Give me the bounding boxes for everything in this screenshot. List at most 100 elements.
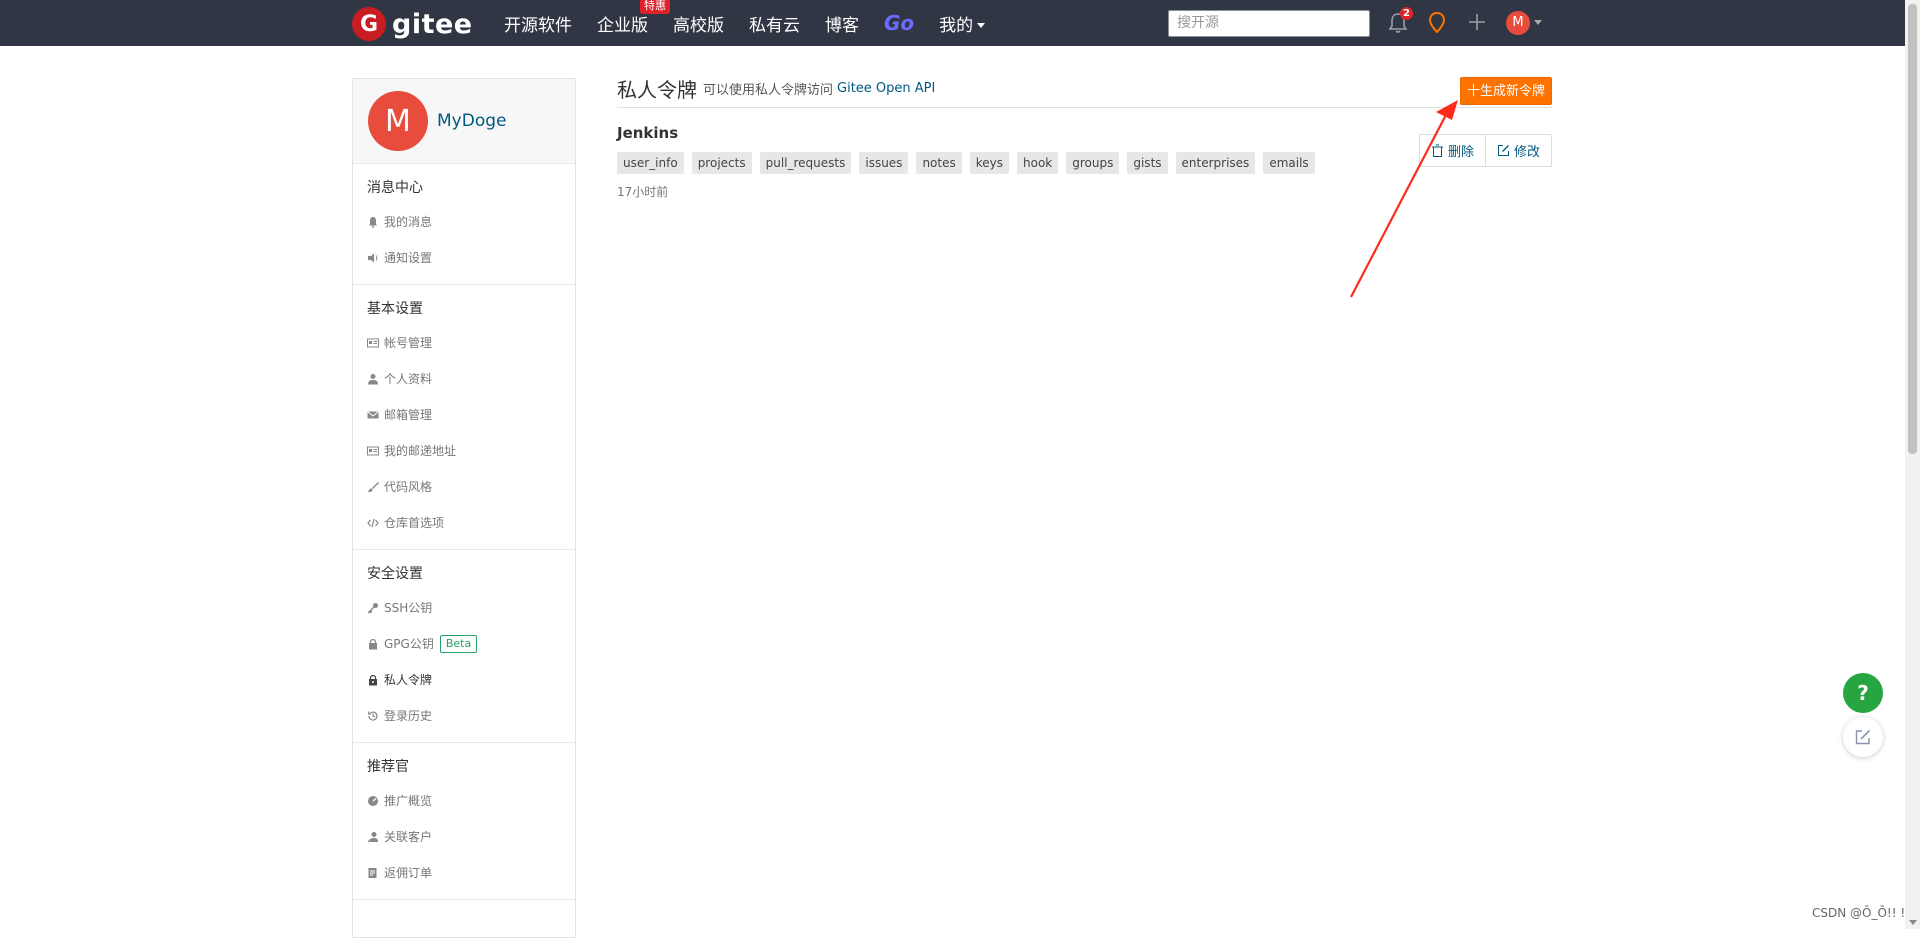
- section-title: 推荐官: [367, 759, 409, 775]
- scrollbar-thumb[interactable]: [1908, 4, 1917, 454]
- trash-icon: [1431, 144, 1443, 157]
- nav-label: Go: [884, 11, 915, 35]
- nav-label: 高校版: [673, 15, 724, 36]
- open-api-link[interactable]: Gitee Open API: [837, 81, 935, 96]
- sidebar-item-gpg-keys[interactable]: GPG公钥 Beta: [353, 626, 575, 662]
- location-pin-icon[interactable]: [1428, 11, 1446, 35]
- nav-label: 开源软件: [504, 15, 572, 36]
- sidebar-item-label: 私人令牌: [384, 673, 433, 687]
- sidebar-item-private-tokens[interactable]: 私人令牌: [353, 662, 575, 698]
- sidebar-item-login-history[interactable]: 登录历史: [353, 698, 575, 734]
- sidebar-item-label: 仓库首选项: [384, 516, 445, 530]
- sidebar-item-label: 通知设置: [384, 251, 433, 265]
- sidebar-item-label: GPG公钥: [384, 637, 434, 651]
- edit-token-button[interactable]: 修改: [1484, 135, 1551, 166]
- sidebar-item-label: 登录历史: [384, 709, 433, 723]
- sidebar-item-ssh-keys[interactable]: SSH公钥: [353, 590, 575, 626]
- search-input[interactable]: 搜开源: [1168, 10, 1370, 37]
- section-title: 消息中心: [367, 180, 423, 196]
- section-security-settings: 安全设置 SSH公钥 GPG公钥 Beta 私人令牌 登录历史: [353, 550, 575, 743]
- scope-tag: issues: [859, 152, 909, 174]
- feedback-button[interactable]: [1843, 717, 1883, 757]
- logo-text: gitee: [392, 8, 473, 40]
- delete-token-button[interactable]: 删除: [1420, 135, 1485, 166]
- sidebar-item-label: 邮箱管理: [384, 408, 433, 422]
- token-name: Jenkins: [617, 124, 679, 142]
- help-button[interactable]: ?: [1843, 673, 1883, 713]
- scroll-down-arrow-icon[interactable]: [1909, 920, 1917, 925]
- nav-item-open-source[interactable]: 开源软件: [504, 11, 572, 36]
- token-created-time: 17小时前: [617, 185, 669, 199]
- address-card-icon: [367, 446, 379, 456]
- watermark: CSDN @Ō_Ō!! !: [1812, 906, 1906, 920]
- main-nav: 开源软件 企业版 特惠 高校版 私有云 博客 Go 我的: [504, 0, 1010, 46]
- sidebar-item-profile[interactable]: 个人资料: [353, 361, 575, 397]
- sidebar-item-label: 帐号管理: [384, 336, 433, 350]
- bell-icon: [369, 217, 377, 228]
- feedback-edit-icon: [1855, 729, 1871, 745]
- section-message-center: 消息中心 我的消息 通知设置: [353, 164, 575, 285]
- nav-item-blog[interactable]: 博客: [825, 11, 859, 36]
- token-scopes: user_info projects pull_requests issues …: [617, 152, 1552, 174]
- page-header: 私人令牌 可以使用私人令牌访问 Gitee Open API 十生成新令牌: [617, 77, 1552, 108]
- scope-tag: emails: [1263, 152, 1315, 174]
- section-title: 基本设置: [367, 301, 423, 317]
- scope-tag: groups: [1066, 152, 1120, 174]
- delete-label: 删除: [1447, 145, 1474, 160]
- sidebar-item-label: 推广概览: [384, 794, 433, 808]
- sidebar-item-commission-orders[interactable]: 返佣订单: [353, 855, 575, 891]
- user-icon: [368, 374, 378, 385]
- sidebar-item-account[interactable]: 帐号管理: [353, 325, 575, 361]
- user-avatar[interactable]: M: [1506, 11, 1530, 35]
- sidebar-item-code-style[interactable]: 代码风格: [353, 469, 575, 505]
- sidebar-item-label: 我的消息: [384, 215, 433, 229]
- sidebar-item-label: 返佣订单: [384, 866, 433, 880]
- user-link-icon: [367, 832, 378, 843]
- sidebar-item-linked-customers[interactable]: 关联客户: [353, 819, 575, 855]
- scope-tag: notes: [916, 152, 962, 174]
- promo-badge: 特惠: [640, 0, 670, 14]
- sidebar-item-my-messages[interactable]: 我的消息: [353, 204, 575, 240]
- section-basic-settings: 基本设置 帐号管理 个人资料 邮箱管理 我的邮递地址 代码风格 仓库首选项: [353, 285, 575, 550]
- sidebar-item-repo-preferences[interactable]: 仓库首选项: [353, 505, 575, 541]
- scope-tag: keys: [969, 152, 1009, 174]
- edit-icon: [1497, 145, 1509, 156]
- section-referral: 推荐官 推广概览 关联客户 返佣订单: [353, 743, 575, 900]
- sidebar-item-promo-overview[interactable]: 推广概览: [353, 783, 575, 819]
- page-description: 可以使用私人令牌访问: [703, 83, 834, 98]
- nav-label: 私有云: [749, 15, 800, 36]
- nav-item-private-cloud[interactable]: 私有云: [749, 11, 800, 36]
- edit-label: 修改: [1513, 145, 1540, 160]
- sidebar-item-mailing-address[interactable]: 我的邮递地址: [353, 433, 575, 469]
- profile-name-link[interactable]: MyDoge: [437, 111, 506, 131]
- nav-label: 我的: [939, 15, 974, 36]
- sidebar-item-label: SSH公钥: [384, 601, 433, 615]
- sidebar-item-notification-settings[interactable]: 通知设置: [353, 240, 575, 276]
- scope-tag: enterprises: [1175, 152, 1256, 174]
- dashboard-icon: [368, 796, 378, 806]
- envelope-icon: [367, 411, 379, 419]
- key-icon: [367, 603, 378, 614]
- main-content: 私人令牌 可以使用私人令牌访问 Gitee Open API 十生成新令牌 Je…: [617, 77, 1552, 200]
- sidebar-item-email[interactable]: 邮箱管理: [353, 397, 575, 433]
- token-item: Jenkins user_info projects pull_requests…: [617, 124, 1552, 200]
- beta-badge: Beta: [439, 635, 478, 653]
- scope-tag: gists: [1127, 152, 1168, 174]
- nav-item-education[interactable]: 高校版: [673, 11, 724, 36]
- nav-item-mine-dropdown[interactable]: 我的: [939, 11, 986, 36]
- caret-down-icon: [977, 23, 986, 28]
- history-icon: [367, 711, 378, 721]
- nav-item-enterprise[interactable]: 企业版 特惠: [597, 0, 670, 36]
- speaker-icon: [368, 253, 378, 263]
- nav-item-go[interactable]: Go: [884, 11, 914, 35]
- page-title: 私人令牌: [617, 78, 697, 102]
- plus-icon[interactable]: [1467, 12, 1487, 32]
- generate-token-button[interactable]: 十生成新令牌: [1459, 77, 1552, 105]
- gitee-logo[interactable]: G gitee: [352, 7, 473, 41]
- sidebar-item-label: 关联客户: [384, 830, 433, 844]
- page-scrollbar[interactable]: [1905, 0, 1920, 929]
- caret-down-icon[interactable]: [1534, 20, 1542, 25]
- profile-avatar[interactable]: M: [368, 91, 428, 151]
- notification-count-badge: 2: [1400, 7, 1413, 20]
- brush-icon: [368, 482, 379, 492]
